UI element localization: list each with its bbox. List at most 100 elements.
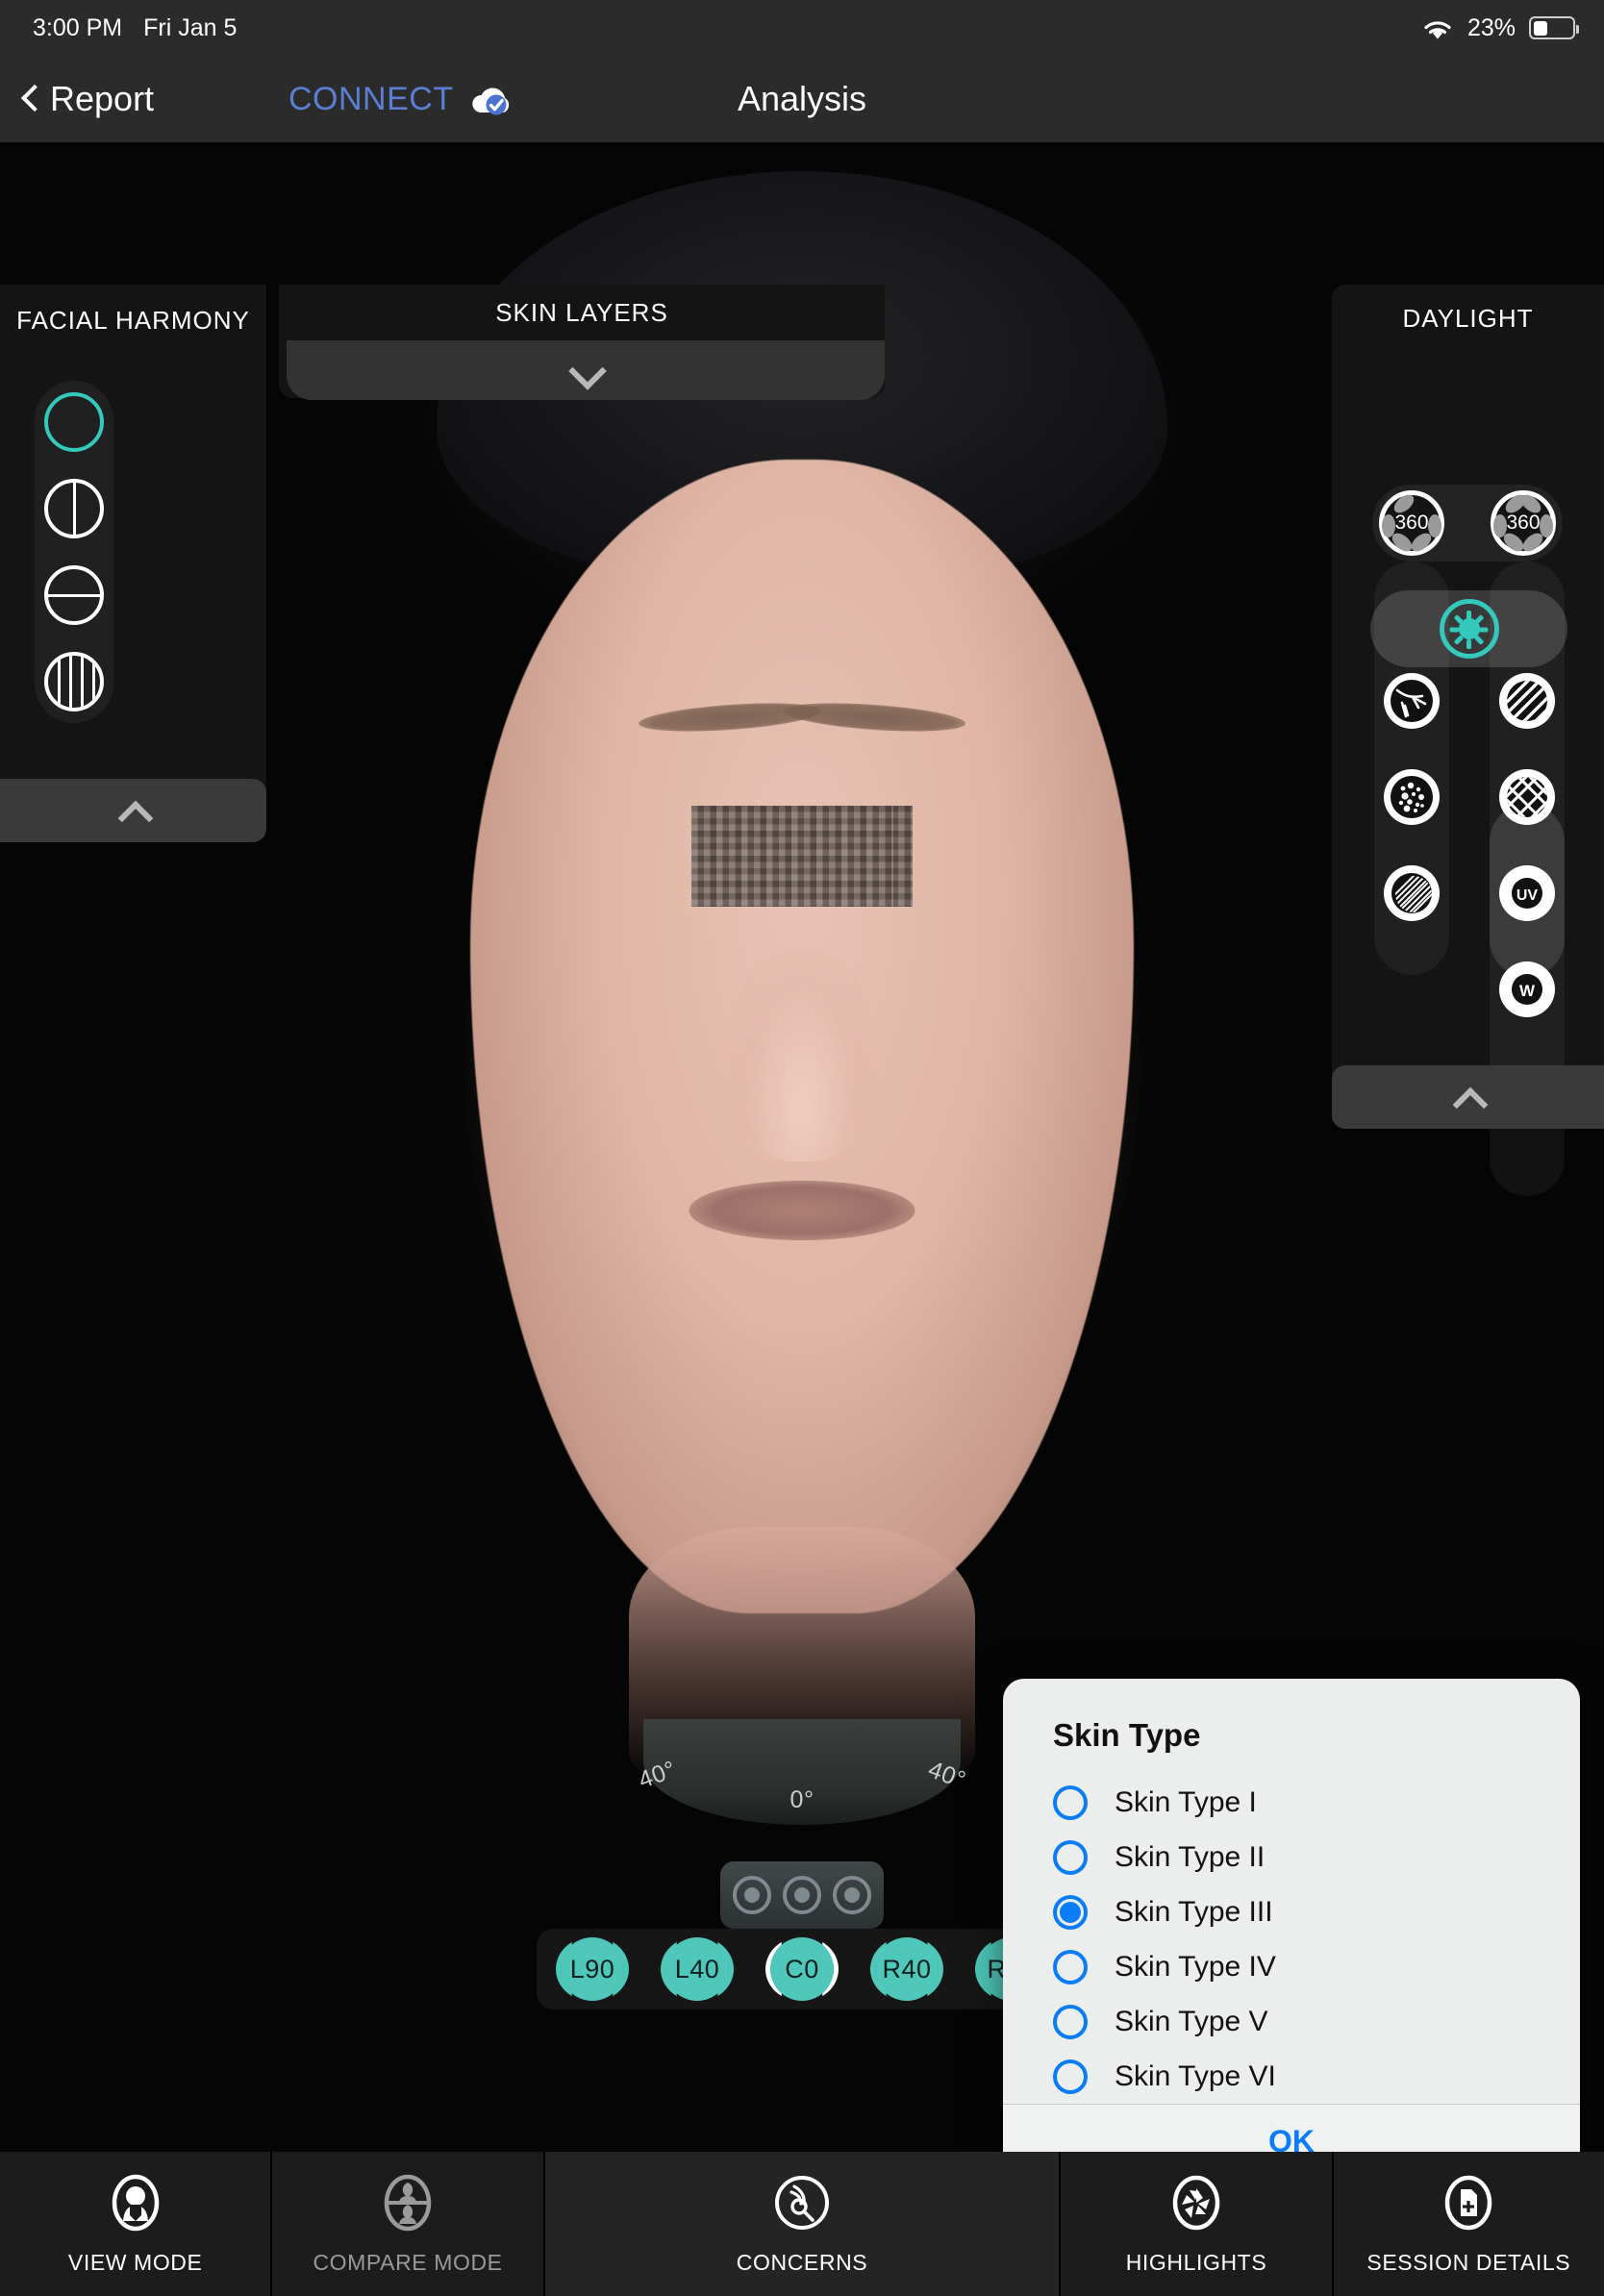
svg-text:UV: UV	[1516, 887, 1539, 904]
radio-icon	[1053, 2059, 1088, 2094]
facial-harmony-title: FACIAL HARMONY	[16, 306, 250, 335]
daylight-title: DAYLIGHT	[1402, 304, 1534, 333]
tab-compare-mode-label: COMPARE MODE	[313, 2249, 503, 2275]
tab-view-mode[interactable]: VIEW MODE	[0, 2152, 271, 2296]
skin-layers-expand-button[interactable]	[287, 340, 885, 400]
angle-selector: L90 L40 C0 R40 R90	[537, 1929, 1067, 2009]
radio-icon	[1053, 1839, 1088, 1875]
tab-compare-mode[interactable]: COMPARE MODE	[270, 2152, 543, 2296]
daylight-sun-icon	[1439, 599, 1499, 659]
cross-polarized-icon[interactable]	[1499, 769, 1555, 825]
wifi-icon	[1421, 16, 1454, 40]
harmony-full-circle-icon[interactable]	[44, 392, 104, 452]
skin-type-option-v-label: Skin Type V	[1115, 2005, 1268, 2037]
uv-icon[interactable]: UV	[1499, 865, 1555, 921]
chevron-down-icon	[569, 361, 602, 380]
angle-button-c0-label: C0	[770, 1937, 834, 2001]
session-details-icon	[1439, 2173, 1498, 2233]
view-360-right-label: 360	[1506, 512, 1541, 534]
radio-icon	[1053, 2004, 1088, 2039]
harmony-vertical-split-icon[interactable]	[44, 479, 104, 538]
angle-button-l90-label: L90	[561, 1937, 624, 2001]
skin-type-option-i[interactable]: Skin Type I	[1053, 1775, 1580, 1830]
cloud-check-icon	[467, 80, 517, 118]
skin-type-option-iv-label: Skin Type IV	[1115, 1950, 1276, 1983]
view-360-group: 360 360	[1372, 485, 1563, 562]
radio-icon	[1053, 1784, 1088, 1820]
angle-button-c0[interactable]: C0	[760, 1936, 844, 2002]
chevron-up-icon	[119, 802, 148, 819]
skin-type-dialog: Skin Type Skin Type I Skin Type II Skin …	[1003, 1679, 1580, 2152]
battery-percent: 23%	[1466, 13, 1516, 41]
skin-type-option-vi-label: Skin Type VI	[1115, 2059, 1276, 2092]
mouth-region	[689, 1181, 915, 1240]
facial-harmony-panel: FACIAL HARMONY	[0, 285, 266, 842]
page-title: Analysis	[737, 79, 867, 118]
view-360-left-icon[interactable]: 360	[1379, 490, 1444, 556]
status-date: Fri Jan 5	[143, 13, 238, 41]
angle-button-r40-label: R40	[875, 1937, 939, 2001]
harmony-horizontal-split-icon[interactable]	[44, 565, 104, 625]
status-bar-right: 23%	[1421, 13, 1579, 42]
eye-redaction-right	[691, 806, 893, 907]
image-viewport[interactable]: 40° 0° 40° FACIAL HARMONY SKIN LAYERS DA…	[0, 142, 1604, 2152]
view-mode-icon	[106, 2173, 165, 2233]
vascular-icon[interactable]	[1384, 673, 1440, 729]
skin-type-option-ii-label: Skin Type II	[1115, 1840, 1266, 1873]
tab-session-details-label: SESSION DETAILS	[1366, 2249, 1571, 2275]
parallel-polarized-icon[interactable]	[1499, 673, 1555, 729]
compare-mode-icon	[378, 2173, 438, 2233]
svg-text:W: W	[1519, 982, 1536, 1000]
back-button-label: Report	[50, 79, 155, 118]
skin-type-option-i-label: Skin Type I	[1115, 1785, 1257, 1818]
view-360-left-label: 360	[1394, 512, 1429, 534]
wood-lamp-icon[interactable]: W	[1499, 961, 1555, 1017]
view-360-right-icon[interactable]: 360	[1491, 490, 1556, 556]
daylight-collapse-button[interactable]	[1332, 1065, 1604, 1129]
highlights-icon	[1166, 2173, 1226, 2233]
status-time: 3:00 PM	[33, 13, 123, 41]
skin-type-dialog-title: Skin Type	[1053, 1717, 1201, 1753]
radio-selected-icon	[1053, 1894, 1088, 1930]
concerns-icon	[772, 2173, 832, 2233]
status-bar-left: 3:00 PM Fri Jan 5	[33, 14, 237, 42]
device-lens-array	[720, 1861, 884, 1929]
skin-type-option-vi[interactable]: Skin Type VI	[1053, 2049, 1580, 2104]
back-button[interactable]: Report	[21, 79, 154, 119]
tab-session-details[interactable]: SESSION DETAILS	[1331, 2152, 1604, 2296]
angle-button-l40-label: L40	[665, 1937, 729, 2001]
chevron-left-icon	[21, 86, 37, 112]
skin-type-option-ii[interactable]: Skin Type II	[1053, 1830, 1580, 1884]
tab-highlights[interactable]: HIGHLIGHTS	[1059, 2152, 1332, 2296]
tab-highlights-label: HIGHLIGHTS	[1125, 2249, 1267, 2275]
daylight-mode-button[interactable]	[1370, 590, 1567, 667]
harmony-vertical-bars-icon[interactable]	[44, 652, 104, 711]
angle-button-l40[interactable]: L40	[655, 1936, 739, 2002]
angle-button-r40[interactable]: R40	[865, 1936, 949, 2002]
skin-type-option-iii[interactable]: Skin Type III	[1053, 1884, 1580, 1939]
skin-type-option-iii-label: Skin Type III	[1115, 1895, 1273, 1928]
pigmentation-spots-icon[interactable]	[1384, 769, 1440, 825]
nose-region	[730, 950, 874, 1161]
texture-hatch-icon[interactable]	[1384, 865, 1440, 921]
connect-button[interactable]: CONNECT	[288, 80, 517, 118]
daylight-panel: DAYLIGHT 360 360 UV W	[1332, 285, 1604, 1196]
facial-harmony-options	[35, 381, 113, 723]
tab-concerns-label: CONCERNS	[736, 2249, 868, 2275]
nav-bar: Report CONNECT Analysis	[0, 56, 1604, 142]
chevron-up-icon	[1454, 1088, 1483, 1106]
tab-concerns[interactable]: CONCERNS	[542, 2152, 1060, 2296]
connect-label: CONNECT	[288, 80, 454, 117]
skin-type-option-v[interactable]: Skin Type V	[1053, 1994, 1580, 2049]
skin-type-options: Skin Type I Skin Type II Skin Type III S…	[1003, 1754, 1580, 2104]
skin-type-option-iv[interactable]: Skin Type IV	[1053, 1939, 1580, 1994]
angle-button-l90[interactable]: L90	[550, 1936, 635, 2002]
skin-type-dialog-ok-button[interactable]: OK	[1003, 2104, 1580, 2152]
skin-layers-title: SKIN LAYERS	[495, 298, 668, 327]
tab-view-mode-label: VIEW MODE	[67, 2249, 203, 2275]
lens-icon	[733, 1876, 771, 1914]
status-bar: 3:00 PM Fri Jan 5 23%	[0, 0, 1604, 56]
app-root: 3:00 PM Fri Jan 5 23% Report CONNECT Ana…	[0, 0, 1604, 2296]
lens-icon	[833, 1876, 871, 1914]
facial-harmony-collapse-button[interactable]	[0, 779, 266, 842]
